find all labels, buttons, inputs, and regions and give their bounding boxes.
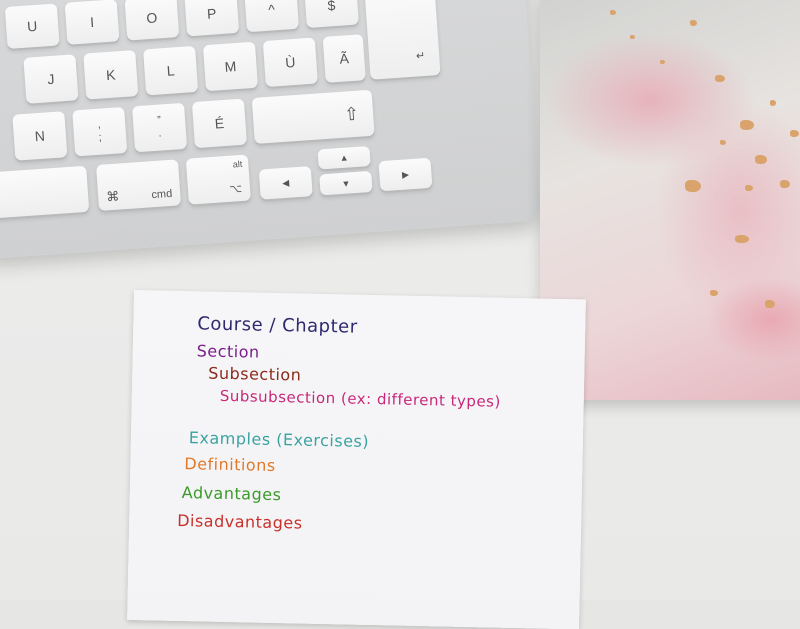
- note-line-definitions: Definitions: [184, 454, 276, 476]
- key-label: ”.: [157, 114, 162, 140]
- return-icon: ↵: [415, 49, 426, 63]
- gold-fleck: [740, 120, 754, 130]
- key-label: I: [89, 13, 95, 31]
- key-label: Ã: [338, 50, 350, 67]
- key-label: É: [214, 115, 225, 132]
- arrow-up-key[interactable]: ▲: [317, 145, 371, 170]
- key-u[interactable]: U: [4, 3, 60, 49]
- key-label: ^: [267, 1, 276, 18]
- gold-fleck: [745, 185, 753, 191]
- shift-icon: ⇧: [343, 103, 360, 125]
- key-label: ,;: [97, 119, 102, 145]
- option-icon: ⌥: [228, 182, 243, 196]
- key-m[interactable]: M: [202, 41, 259, 92]
- gold-fleck: [610, 10, 616, 15]
- note-line-advantages: Advantages: [181, 483, 282, 505]
- key-label: N: [34, 127, 46, 145]
- command-icon: ⌘: [105, 188, 120, 205]
- key-label: P: [206, 5, 217, 22]
- note-line-subsubsection: Subsubsection (ex: different types): [219, 386, 502, 411]
- key-label: L: [166, 62, 176, 79]
- key-label: K: [105, 66, 116, 84]
- key-label: O: [145, 9, 158, 27]
- key-caret[interactable]: ^: [244, 0, 300, 33]
- gold-fleck: [630, 35, 635, 39]
- arrow-down-icon: ▼: [341, 177, 351, 189]
- note-line-course-chapter: Course / Chapter: [197, 313, 358, 338]
- key-e-acute[interactable]: É: [191, 98, 247, 149]
- arrow-left-icon: ◀: [281, 177, 290, 188]
- space-key[interactable]: [0, 165, 90, 220]
- note-line-examples: Examples (Exercises): [188, 428, 370, 451]
- key-n[interactable]: N: [12, 111, 68, 161]
- arrow-down-key[interactable]: ▼: [319, 170, 373, 196]
- note-line-disadvantages: Disadvantages: [176, 510, 303, 533]
- key-quote[interactable]: ”.: [132, 102, 188, 153]
- gold-fleck: [660, 60, 665, 64]
- gold-fleck: [780, 180, 790, 188]
- gold-fleck: [720, 140, 726, 145]
- key-a-tilde[interactable]: Ã: [322, 34, 366, 83]
- sticky-note: Course / Chapter Section Subsection Subs…: [127, 290, 586, 629]
- gold-fleck: [770, 100, 776, 106]
- arrow-right-icon: ▶: [401, 168, 410, 180]
- gold-fleck: [765, 300, 775, 308]
- key-l[interactable]: L: [143, 45, 199, 96]
- key-comma[interactable]: ,;: [72, 106, 128, 157]
- alt-key[interactable]: alt ⌥: [185, 154, 251, 205]
- arrow-left-key[interactable]: ◀: [258, 166, 313, 200]
- gold-fleck: [755, 155, 767, 164]
- gold-fleck: [690, 20, 697, 26]
- alt-label: alt: [232, 158, 243, 170]
- arrow-right-key[interactable]: ▶: [378, 157, 433, 192]
- key-label: $: [327, 0, 336, 14]
- gold-fleck: [715, 75, 725, 82]
- cmd-label: cmd: [151, 187, 173, 202]
- key-label: J: [46, 70, 55, 88]
- keyboard: U I O P ^ $ ↵ J K L M Ù Ã N ,; ”. É ⇧ ⌘ …: [0, 0, 541, 260]
- key-percent[interactable]: Ù: [262, 37, 318, 88]
- note-line-subsection: Subsection: [208, 363, 302, 385]
- cmd-key[interactable]: ⌘ cmd: [96, 159, 182, 211]
- key-j[interactable]: J: [23, 54, 79, 104]
- key-label: Ù: [284, 53, 296, 71]
- note-line-section: Section: [196, 341, 260, 362]
- gold-fleck: [790, 130, 799, 137]
- key-top-label: ”: [156, 114, 162, 127]
- shift-key[interactable]: ⇧: [251, 89, 375, 144]
- key-top-label: ,: [97, 118, 102, 131]
- key-label: U: [26, 17, 38, 35]
- gold-fleck: [685, 180, 701, 192]
- gold-fleck: [710, 290, 718, 296]
- key-label: M: [224, 58, 237, 75]
- arrow-up-icon: ▲: [339, 152, 349, 164]
- key-dollar[interactable]: $: [304, 0, 359, 29]
- gold-fleck: [735, 235, 749, 243]
- key-bottom-label: ;: [98, 131, 103, 144]
- return-key[interactable]: ↵: [363, 0, 441, 80]
- key-bottom-label: .: [158, 127, 162, 140]
- key-o[interactable]: O: [124, 0, 180, 41]
- key-i[interactable]: I: [64, 0, 120, 45]
- key-k[interactable]: K: [83, 50, 139, 100]
- key-p[interactable]: P: [184, 0, 240, 37]
